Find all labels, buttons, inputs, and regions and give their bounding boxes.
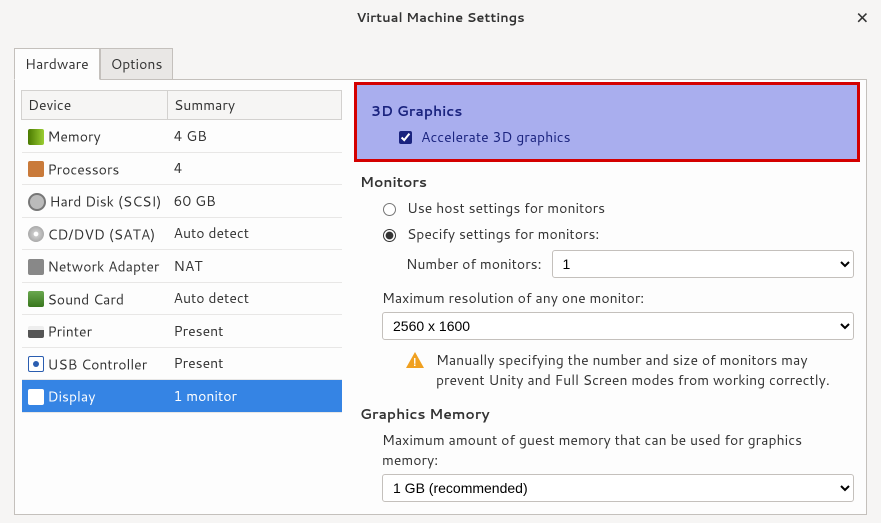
radio-specify-label: Specify settings for monitors: [407,224,599,244]
maxres-label: Maximum resolution of any one monitor: [382,288,854,308]
device-name: Sound Card [48,289,124,309]
device-row-processors[interactable]: Processors 4 [22,152,342,185]
gmem-label: Maximum amount of guest memory that can … [382,430,854,470]
device-table: Device Summary Memory 4 GB Processors 4 [21,90,342,413]
monitors-title: Monitors [360,172,854,192]
device-row-cddvd[interactable]: CD/DVD (SATA) Auto detect [22,217,342,250]
device-summary: Present [168,315,342,348]
num-monitors-select[interactable]: 1 [552,250,854,278]
device-row-memory[interactable]: Memory 4 GB [22,120,342,153]
device-summary: 4 [168,152,342,185]
device-list: Device Summary Memory 4 GB Processors 4 [15,80,348,514]
memory-icon [28,129,44,145]
sound-icon [28,291,44,307]
device-row-sound[interactable]: Sound Card Auto detect [22,282,342,315]
device-row-display[interactable]: Display 1 monitor [22,380,342,413]
usb-icon [28,356,44,372]
cd-icon [28,226,44,242]
close-icon[interactable]: ✕ [856,7,869,30]
display-settings-pane: 3D Graphics Accelerate 3D graphics Monit… [348,80,866,514]
accelerate-3d-checkbox[interactable] [399,131,412,144]
device-name: Printer [48,322,93,342]
device-summary: 1 monitor [168,380,342,413]
device-name: USB Controller [48,354,148,374]
radio-use-host-label: Use host settings for monitors [407,198,605,218]
device-summary: Present [168,347,342,380]
display-icon [28,389,44,405]
col-device-header[interactable]: Device [22,91,168,120]
tab-hardware[interactable]: Hardware [14,48,100,80]
device-name: CD/DVD (SATA) [48,224,156,244]
device-row-usb[interactable]: USB Controller Present [22,347,342,380]
device-row-hdd[interactable]: Hard Disk (SCSI) 60 GB [22,185,342,218]
device-name: Display [48,387,96,407]
num-monitors-label: Number of monitors: [406,254,542,274]
device-summary: 4 GB [168,120,342,153]
device-row-printer[interactable]: Printer Present [22,315,342,348]
device-name: Hard Disk (SCSI) [50,192,162,212]
hdd-icon [28,193,46,211]
radio-specify[interactable] [383,229,396,242]
tab-options[interactable]: Options [100,48,174,79]
device-name: Network Adapter [48,257,160,277]
warning-icon [406,352,424,368]
maxres-select[interactable]: 2560 x 1600 [382,312,854,340]
warning-line2: prevent Unity and Full Screen modes from… [436,370,830,390]
window-title: Virtual Machine Settings [356,9,524,27]
3d-graphics-title: 3D Graphics [371,101,843,121]
graphics-memory-title: Graphics Memory [360,404,854,424]
device-summary: Auto detect [168,282,342,315]
radio-use-host[interactable] [383,203,396,216]
network-icon [28,259,44,275]
accelerate-3d-label: Accelerate 3D graphics [421,127,571,147]
device-summary: Auto detect [168,217,342,250]
device-name: Memory [48,127,101,147]
col-summary-header[interactable]: Summary [168,91,342,120]
gmem-select[interactable]: 1 GB (recommended) [382,474,854,502]
warning-line1: Manually specifying the number and size … [436,350,808,370]
device-row-network[interactable]: Network Adapter NAT [22,250,342,283]
printer-icon [28,326,44,338]
tab-hardware-label: Hardware [25,54,89,74]
vm-settings-window: Virtual Machine Settings ✕ Hardware Opti… [0,0,881,523]
device-name: Processors [48,159,120,179]
warning-text: Manually specifying the number and size … [436,350,830,390]
device-summary: 60 GB [168,185,342,218]
3d-graphics-highlight: 3D Graphics Accelerate 3D graphics [354,82,860,162]
titlebar: Virtual Machine Settings ✕ [0,0,881,36]
cpu-icon [28,161,44,177]
tab-options-label: Options [111,54,163,74]
device-summary: NAT [168,250,342,283]
